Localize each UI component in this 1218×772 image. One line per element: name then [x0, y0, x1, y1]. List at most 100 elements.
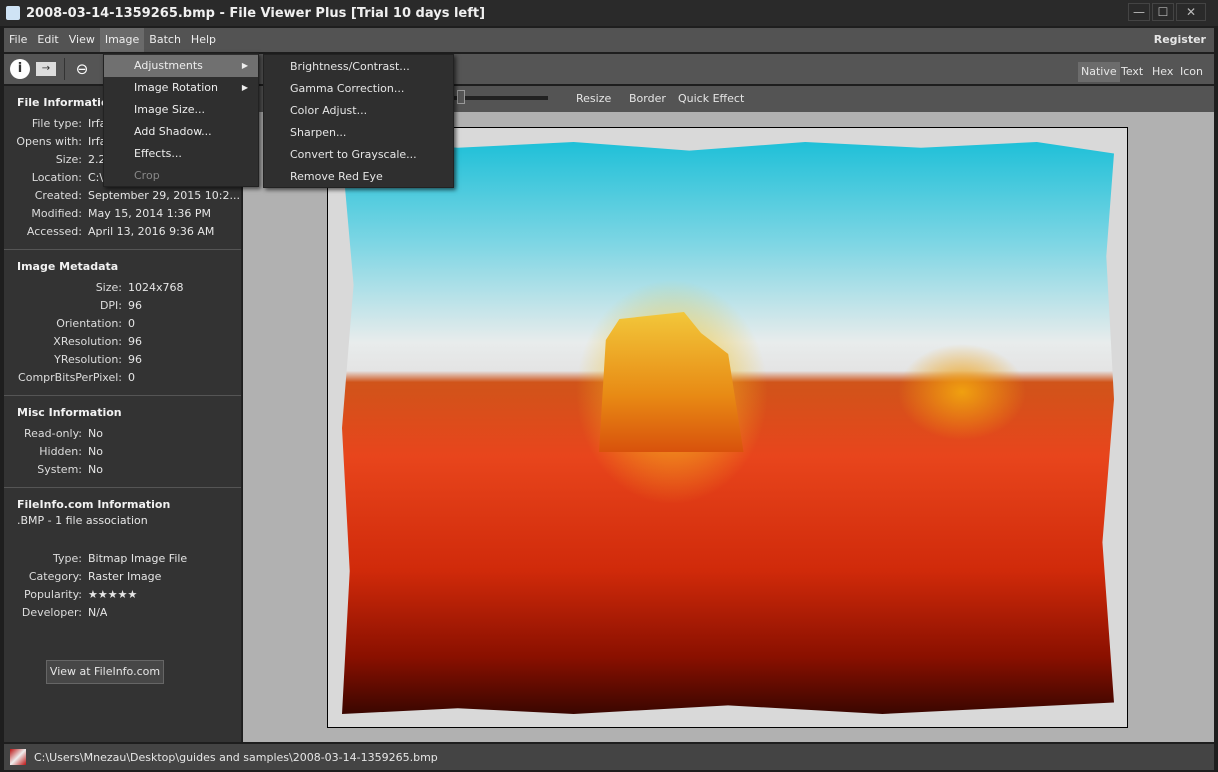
info-row: Modified: May 15, 2014 1:36 PM — [4, 205, 241, 223]
menu-item-image-size[interactable]: Image Size... — [104, 99, 258, 121]
close-button[interactable]: ✕ — [1176, 3, 1206, 21]
info-row: Size: 1024x768 — [4, 279, 241, 297]
info-label: Type: — [53, 552, 82, 565]
info-value: 96 — [128, 335, 142, 348]
status-bar: C:\Users\Mnezau\Desktop\guides and sampl… — [4, 744, 1214, 770]
info-label: System: — [37, 463, 82, 476]
info-value: 0 — [128, 317, 135, 330]
menu-batch[interactable]: Batch — [144, 28, 186, 52]
info-row: Read-only: No — [4, 425, 241, 443]
submenu-item-gamma-correction[interactable]: Gamma Correction... — [264, 78, 453, 100]
info-value: No — [88, 463, 103, 476]
info-value: No — [88, 427, 103, 440]
info-row: ComprBitsPerPixel: 0 — [4, 369, 241, 387]
info-row: Created: September 29, 2015 10:2... — [4, 187, 241, 205]
info-value: 96 — [128, 353, 142, 366]
file-association: .BMP - 1 file association — [17, 514, 148, 527]
zoom-out-icon[interactable]: ⊖ — [72, 59, 92, 79]
info-label: Modified: — [31, 207, 82, 220]
submenu-item-color-adjust[interactable]: Color Adjust... — [264, 100, 453, 122]
image-canvas — [327, 127, 1128, 728]
submenu-arrow-icon: ▶ — [241, 61, 248, 70]
info-label: Category: — [28, 570, 82, 583]
image-metadata-list: Size: 1024x768 DPI: 96 Orientation: 0 XResolut… — [4, 279, 241, 387]
info-value: September 29, 2015 10:2... — [88, 189, 240, 202]
minimize-button[interactable]: — — [1128, 3, 1150, 21]
menu-image[interactable]: Image — [99, 28, 145, 52]
submenu-arrow-icon: ▶ — [241, 83, 248, 92]
menu-help[interactable]: Help — [186, 28, 221, 52]
info-label: XResolution: — [53, 335, 122, 348]
info-label: File type: — [31, 117, 82, 130]
info-row: Type: Bitmap Image File — [4, 550, 241, 568]
view-at-fileinfo-button[interactable]: View at FileInfo.com — [46, 660, 164, 684]
info-value: Raster Image — [88, 570, 162, 583]
tab-hex[interactable]: Hex — [1149, 62, 1176, 82]
misc-info-heading: Misc Information — [17, 406, 122, 419]
info-value: C:\ — [88, 171, 104, 184]
menu-item-label: Effects... — [134, 147, 182, 160]
tab-native[interactable]: Native — [1078, 62, 1120, 82]
info-value: April 13, 2016 9:36 AM — [88, 225, 215, 238]
menu-item-add-shadow[interactable]: Add Shadow... — [104, 121, 258, 143]
tab-text[interactable]: Text — [1118, 62, 1146, 82]
info-row: Hidden: No — [4, 443, 241, 461]
quick-effect-button[interactable]: Quick Effect — [678, 92, 744, 105]
file-path: C:\Users\Mnezau\Desktop\guides and sampl… — [34, 750, 438, 764]
adjustments-submenu: Brightness/Contrast... Gamma Correction..… — [263, 54, 454, 188]
info-label: Opens with: — [16, 135, 82, 148]
submenu-item-sharpen[interactable]: Sharpen... — [264, 122, 453, 144]
maximize-button[interactable]: ☐ — [1152, 3, 1174, 21]
info-row: Category: Raster Image — [4, 568, 241, 586]
window-title: 2008-03-14-1359265.bmp - File Viewer Plu… — [26, 5, 486, 21]
menu-file[interactable]: File — [4, 28, 32, 52]
info-label: Read-only: — [24, 427, 82, 440]
zoom-slider-handle[interactable] — [457, 90, 465, 104]
file-thumbnail-icon — [10, 749, 26, 765]
zoom-slider[interactable] — [453, 96, 548, 100]
menu-item-image-rotation[interactable]: Image Rotation ▶ — [104, 77, 258, 99]
info-label: Accessed: — [26, 225, 82, 238]
info-label: Created: — [34, 189, 82, 202]
desert-butte-image — [342, 142, 1114, 714]
info-value: Bitmap Image File — [88, 552, 188, 565]
info-value: N/A — [88, 606, 108, 619]
info-icon[interactable]: i — [10, 59, 30, 79]
butte-shape — [599, 312, 744, 452]
menu-edit[interactable]: Edit — [32, 28, 63, 52]
submenu-item-convert-to-grayscale[interactable]: Convert to Grayscale... — [264, 144, 453, 166]
info-label: Hidden: — [39, 445, 82, 458]
info-row: XResolution: 96 — [4, 333, 241, 351]
info-label: Size: — [95, 281, 122, 294]
info-row: Orientation: 0 — [4, 315, 241, 333]
submenu-item-brightness-contrast[interactable]: Brightness/Contrast... — [264, 56, 453, 78]
resize-button[interactable]: Resize — [576, 92, 611, 105]
info-label: ComprBitsPerPixel: — [18, 371, 122, 384]
menu-item-crop[interactable]: Crop — [104, 165, 258, 187]
menu-item-label: Crop — [134, 169, 160, 182]
info-label: Size: — [55, 153, 82, 166]
submenu-item-remove-red-eye[interactable]: Remove Red Eye — [264, 166, 453, 188]
info-row: System: No — [4, 461, 241, 479]
info-value: 96 — [128, 299, 142, 312]
info-label: Popularity: — [23, 588, 82, 601]
info-value: 2.2 — [88, 153, 106, 166]
info-value: May 15, 2014 1:36 PM — [88, 207, 212, 220]
info-label: Location: — [31, 171, 82, 184]
info-label: Orientation: — [56, 317, 122, 330]
app-icon — [6, 6, 20, 20]
toolbar-divider — [64, 58, 65, 80]
border-button[interactable]: Border — [629, 92, 666, 105]
menu-item-label: Image Rotation — [134, 81, 218, 94]
menu-bar: File Edit View Image Batch Help Register — [4, 28, 1214, 52]
info-label: Developer: — [21, 606, 82, 619]
menu-item-adjustments[interactable]: Adjustments ▶ — [104, 55, 258, 77]
menu-item-effects[interactable]: Effects... — [104, 143, 258, 165]
info-row: Popularity: ★★★★★ — [4, 586, 241, 604]
tab-icon[interactable]: Icon — [1177, 62, 1206, 82]
register-link[interactable]: Register — [1154, 28, 1206, 52]
menu-view[interactable]: View — [64, 28, 100, 52]
open-folder-icon[interactable]: → — [36, 62, 56, 76]
image-metadata-heading: Image Metadata — [17, 260, 119, 273]
info-row: Accessed: April 13, 2016 9:36 AM — [4, 223, 241, 241]
